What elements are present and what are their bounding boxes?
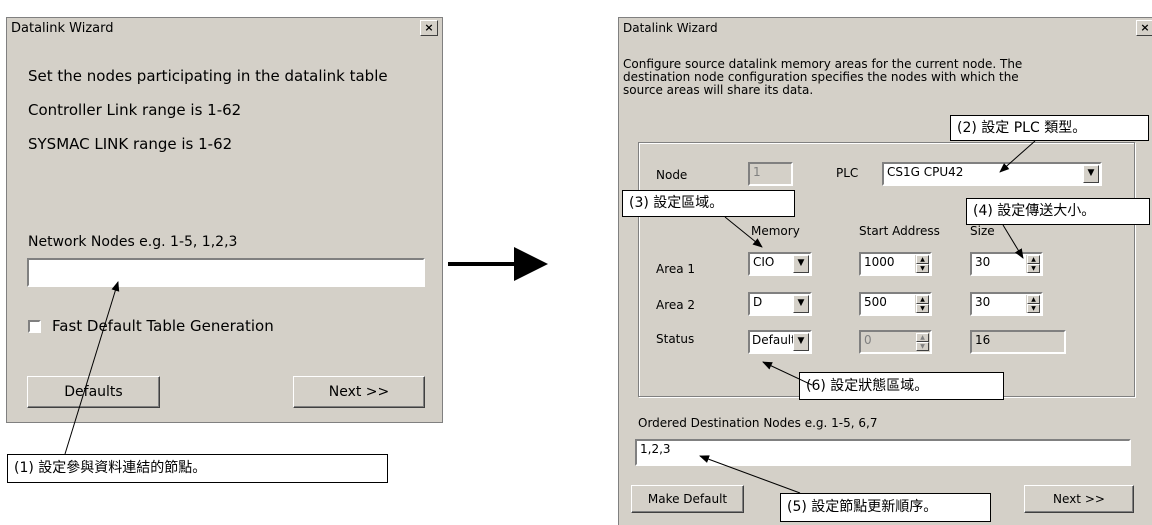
plc-select-value: CS1G CPU42 — [887, 165, 964, 179]
area-2-label: Area 2 — [656, 298, 696, 312]
description-line-3: source areas will share its data. — [623, 83, 814, 97]
chevron-down-icon[interactable]: ▼ — [1083, 165, 1099, 183]
status-memory-select[interactable]: Default ▼ — [748, 330, 812, 354]
chevron-down-icon[interactable]: ▼ — [793, 295, 809, 313]
network-nodes-label: Network Nodes e.g. 1-5, 1,2,3 — [28, 234, 238, 250]
status-start-address-spinner: 0 ▲ ▼ — [859, 330, 932, 354]
next-button[interactable]: Next >> — [1024, 485, 1134, 513]
instruction-text: Set the nodes participating in the datal… — [28, 67, 388, 85]
callout-set-nodes: (1) 設定參與資料連結的節點。 — [7, 454, 388, 483]
sysmac-link-range-text: SYSMAC LINK range is 1-62 — [28, 135, 233, 153]
callout-set-status-area: (6) 設定狀態區域。 — [799, 372, 1004, 400]
node-field: 1 — [748, 162, 793, 186]
ordered-destination-label: Ordered Destination Nodes e.g. 1-5, 6,7 — [638, 416, 878, 430]
area-1-size-value: 30 — [975, 255, 991, 269]
spinner-arrows-icon[interactable]: ▲ ▼ — [1026, 295, 1040, 313]
area-1-memory-value: CIO — [753, 255, 775, 269]
right-titlebar: Datalink Wizard × — [619, 18, 1152, 40]
area-1-start-address-spinner[interactable]: 1000 ▲ ▼ — [859, 252, 932, 276]
defaults-button[interactable]: Defaults — [27, 376, 160, 408]
size-column-header: Size — [970, 224, 995, 238]
fast-default-checkbox[interactable] — [28, 320, 41, 333]
chevron-down-icon[interactable]: ▼ — [793, 255, 809, 273]
area-2-start-value: 500 — [864, 295, 887, 309]
left-titlebar: Datalink Wizard × — [7, 18, 442, 40]
status-size-field: 16 — [970, 330, 1066, 354]
callout-set-node-order: (5) 設定節點更新順序。 — [780, 493, 991, 522]
ordered-destination-input[interactable]: 1,2,3 — [635, 439, 1131, 466]
area-2-size-value: 30 — [975, 295, 991, 309]
next-button[interactable]: Next >> — [293, 376, 425, 408]
status-label: Status — [656, 332, 695, 346]
controller-link-range-text: Controller Link range is 1-62 — [28, 101, 242, 119]
big-right-arrow-icon — [448, 247, 548, 281]
callout-set-plc-type: (2) 設定 PLC 類型。 — [950, 115, 1149, 141]
right-dialog-title: Datalink Wizard — [623, 21, 718, 35]
description-line-2: destination node configuration specifies… — [623, 70, 1019, 84]
chevron-down-icon[interactable]: ▼ — [793, 333, 809, 351]
memory-column-header: Memory — [751, 224, 800, 238]
right-dialog: Datalink Wizard × Configure source datal… — [618, 17, 1152, 525]
area-1-label: Area 1 — [656, 262, 696, 276]
close-icon[interactable]: × — [1136, 20, 1152, 36]
area-2-start-address-spinner[interactable]: 500 ▲ ▼ — [859, 292, 932, 316]
area-1-size-spinner[interactable]: 30 ▲ ▼ — [970, 252, 1043, 276]
plc-select[interactable]: CS1G CPU42 ▼ — [882, 162, 1102, 186]
left-dialog: Datalink Wizard × Set the nodes particip… — [6, 17, 443, 423]
start-address-column-header: Start Address — [859, 224, 940, 238]
callout-set-transfer-size: (4) 設定傳送大小。 — [966, 198, 1150, 225]
spinner-arrows-icon[interactable]: ▲ ▼ — [915, 295, 929, 313]
spinner-arrows-icon[interactable]: ▲ ▼ — [1026, 255, 1040, 273]
description-line-1: Configure source datalink memory areas f… — [623, 57, 1023, 71]
make-default-button[interactable]: Make Default — [631, 485, 744, 513]
spinner-arrows-icon[interactable]: ▲ ▼ — [915, 255, 929, 273]
plc-label: PLC — [836, 166, 859, 180]
close-icon[interactable]: × — [420, 20, 438, 36]
area-2-memory-value: D — [753, 295, 763, 309]
left-dialog-title: Datalink Wizard — [11, 21, 114, 36]
area-1-start-value: 1000 — [864, 255, 895, 269]
network-nodes-input[interactable] — [27, 258, 425, 287]
spinner-arrows-icon: ▲ ▼ — [915, 333, 929, 351]
fast-default-label: Fast Default Table Generation — [52, 317, 274, 335]
area-1-memory-select[interactable]: CIO ▼ — [748, 252, 812, 276]
status-start-value: 0 — [864, 333, 872, 347]
status-memory-value: Default — [752, 333, 796, 347]
area-2-memory-select[interactable]: D ▼ — [748, 292, 812, 316]
node-label: Node — [656, 168, 688, 182]
area-2-size-spinner[interactable]: 30 ▲ ▼ — [970, 292, 1043, 316]
callout-set-area: (3) 設定區域。 — [622, 190, 795, 217]
